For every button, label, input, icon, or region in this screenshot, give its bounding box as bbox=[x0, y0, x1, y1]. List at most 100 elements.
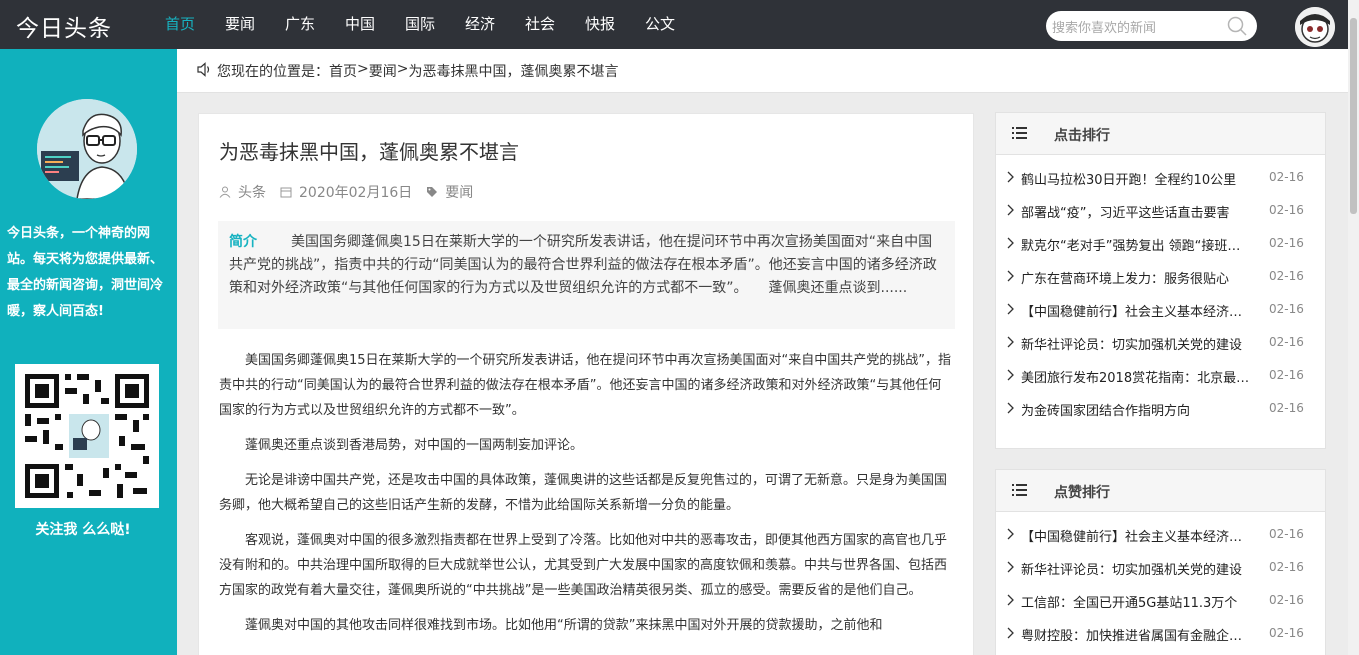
page-scrollbar[interactable] bbox=[1348, 0, 1359, 655]
rank-item-title[interactable]: 【中国稳健前行】社会主义基本经济制度 bbox=[1021, 526, 1253, 545]
article-category[interactable]: 要闻 bbox=[445, 182, 473, 202]
like-rank-header: 点赞排行 bbox=[996, 470, 1325, 512]
like-rank-title: 点赞排行 bbox=[1054, 485, 1110, 501]
qr-code bbox=[15, 364, 159, 508]
rank-item-date: 02-16 bbox=[1269, 401, 1304, 415]
chevron-right-icon bbox=[1007, 303, 1014, 315]
click-rank-header: 点击排行 bbox=[996, 113, 1325, 155]
rank-item-date: 02-16 bbox=[1269, 593, 1304, 607]
article-paragraph: 无论是诽谤中国共产党，还是攻击中国的具体政策，蓬佩奥讲的这些话都是反复兜售过的，… bbox=[219, 473, 948, 513]
nav-item-guangdong[interactable]: 广东 bbox=[270, 0, 330, 49]
breadcrumb-bar: 您现在的位置是： 首页 > 要闻 > 为恶毒抹黑中国，蓬佩奥累不堪言 bbox=[177, 49, 1348, 93]
rank-item-date: 02-16 bbox=[1269, 269, 1304, 283]
rank-item-title[interactable]: 广东在营商环境上发力：服务很贴心 bbox=[1021, 268, 1253, 287]
article-title: 为恶毒抹黑中国，蓬佩奥累不堪言 bbox=[219, 140, 519, 164]
nav-item-international[interactable]: 国际 bbox=[390, 0, 450, 49]
rank-item-date: 02-16 bbox=[1269, 368, 1304, 382]
rank-item[interactable]: 美团旅行发布2018赏花指南：北京最热门 02-16 bbox=[996, 361, 1325, 394]
rank-item[interactable]: 鹤山马拉松30日开跑！全程约10公里 02-16 bbox=[996, 163, 1325, 196]
article-paragraph: 蓬佩奥还重点谈到香港局势，对中国的一国两制妄加评论。 bbox=[245, 438, 584, 453]
breadcrumb-current[interactable]: 为恶毒抹黑中国，蓬佩奥累不堪言 bbox=[408, 61, 618, 81]
follow-text: 关注我 么么哒! bbox=[35, 522, 131, 538]
nav-item-express[interactable]: 快报 bbox=[570, 0, 630, 49]
rank-item[interactable]: 粤财控股：加快推进省属国有金融企业改革 02-16 bbox=[996, 619, 1325, 652]
rank-item-title[interactable]: 工信部：全国已开通5G基站11.3万个 bbox=[1021, 592, 1253, 611]
rank-item[interactable]: 默克尔“老对手”强势复出 领跑“接班人”竞争 02-16 bbox=[996, 229, 1325, 262]
rank-item-title[interactable]: 粤财控股：加快推进省属国有金融企业改革 bbox=[1021, 625, 1253, 644]
profile-avatar bbox=[37, 99, 137, 199]
breadcrumb-category[interactable]: 要闻 bbox=[369, 61, 397, 81]
like-rank-list: 【中国稳健前行】社会主义基本经济制度 02-16 新华社评论员：切实加强机关党的建… bbox=[996, 512, 1325, 652]
article-date: 2020年02月16日 bbox=[299, 185, 413, 201]
top-navbar: 今日头条 首页 要闻 广东 中国 国际 经济 社会 快报 公文 搜索你喜欢的新闻 bbox=[0, 0, 1359, 49]
tag-icon bbox=[427, 187, 438, 197]
nav-item-headlines[interactable]: 要闻 bbox=[210, 0, 270, 49]
nav-item-china[interactable]: 中国 bbox=[330, 0, 390, 49]
rank-item[interactable]: 部署战“疫”，习近平这些话直击要害 02-16 bbox=[996, 196, 1325, 229]
chevron-right-icon bbox=[1007, 594, 1014, 606]
avatar-image bbox=[1295, 7, 1335, 47]
rank-item-date: 02-16 bbox=[1269, 527, 1304, 541]
chevron-right-icon bbox=[1007, 171, 1014, 183]
rank-item-title[interactable]: 新华社评论员：切实加强机关党的建设 bbox=[1021, 334, 1253, 353]
article-paragraph: 美国国务卿蓬佩奥15日在莱斯大学的一个研究所发表讲话，他在提问环节中再次宣扬美国… bbox=[219, 353, 952, 418]
summary-text: 美国国务卿蓬佩奥15日在莱斯大学的一个研究所发表讲话，他在提问环节中再次宣扬美国… bbox=[229, 234, 937, 296]
rank-item-title[interactable]: 新华社评论员：切实加强机关党的建设 bbox=[1021, 559, 1253, 578]
rank-item-date: 02-16 bbox=[1269, 626, 1304, 640]
like-rank-panel: 点赞排行 【中国稳健前行】社会主义基本经济制度 02-16 新华社评论员：切实加强… bbox=[995, 469, 1326, 655]
site-slogan: 今日头条，一个神奇的网站。每天将为您提供最新、最全的新闻咨询，洞世间冷暖，察人间… bbox=[7, 226, 164, 319]
site-logo[interactable]: 今日头条 bbox=[16, 9, 112, 43]
search-input[interactable]: 搜索你喜欢的新闻 bbox=[1046, 11, 1257, 41]
search-icon[interactable] bbox=[1227, 16, 1247, 36]
nav-item-economy[interactable]: 经济 bbox=[450, 0, 510, 49]
rank-item-title[interactable]: 为金砖国家团结合作指明方向 bbox=[1021, 400, 1253, 419]
article-paragraph: 蓬佩奥对中国的其他攻击同样很难找到市场。比如他用“所谓的贷款”来抹黑中国对外开展… bbox=[245, 618, 883, 633]
article-summary: 简介 美国国务卿蓬佩奥15日在莱斯大学的一个研究所发表讲话，他在提问环节中再次宣扬… bbox=[218, 221, 955, 329]
click-rank-list: 鹤山马拉松30日开跑！全程约10公里 02-16 部署战“疫”，习近平这些话直击要… bbox=[996, 155, 1325, 427]
rank-item[interactable]: 广东在营商环境上发力：服务很贴心 02-16 bbox=[996, 262, 1325, 295]
rank-item-date: 02-16 bbox=[1269, 170, 1304, 184]
rank-item-title[interactable]: 鹤山马拉松30日开跑！全程约10公里 bbox=[1021, 169, 1253, 188]
chevron-right-icon bbox=[1007, 528, 1014, 540]
nav-item-documents[interactable]: 公文 bbox=[630, 0, 690, 49]
scrollbar-thumb[interactable] bbox=[1350, 18, 1357, 214]
qr-code-image bbox=[15, 364, 159, 508]
rank-item-title[interactable]: 美团旅行发布2018赏花指南：北京最热门 bbox=[1021, 367, 1253, 386]
click-rank-panel: 点击排行 鹤山马拉松30日开跑！全程约10公里 02-16 部署战“疫”，习近平这… bbox=[995, 112, 1326, 449]
rank-item[interactable]: 【中国稳健前行】社会主义基本经济制度 02-16 bbox=[996, 520, 1325, 553]
user-icon bbox=[219, 186, 231, 198]
speaker-icon bbox=[197, 62, 210, 77]
nav-item-society[interactable]: 社会 bbox=[510, 0, 570, 49]
rank-item[interactable]: 为金砖国家团结合作指明方向 02-16 bbox=[996, 394, 1325, 427]
rank-item-title[interactable]: 部署战“疫”，习近平这些话直击要害 bbox=[1021, 202, 1253, 221]
main-nav: 首页 要闻 广东 中国 国际 经济 社会 快报 公文 bbox=[150, 0, 690, 49]
user-avatar[interactable] bbox=[1295, 7, 1335, 47]
rank-item-date: 02-16 bbox=[1269, 560, 1304, 574]
calendar-icon bbox=[280, 187, 292, 198]
list-icon bbox=[1012, 127, 1027, 139]
nav-item-home[interactable]: 首页 bbox=[150, 0, 210, 49]
chevron-right-icon bbox=[1007, 336, 1014, 348]
chevron-right-icon bbox=[1007, 237, 1014, 249]
chevron-right-icon bbox=[1007, 402, 1014, 414]
rank-item-date: 02-16 bbox=[1269, 236, 1304, 250]
rank-item[interactable]: 新华社评论员：切实加强机关党的建设 02-16 bbox=[996, 328, 1325, 361]
list-icon bbox=[1012, 484, 1027, 496]
chevron-right-icon bbox=[1007, 627, 1014, 639]
article-paragraph: 客观说，蓬佩奥对中国的很多激烈指责都在世界上受到了冷落。比如他对中共的恶毒攻击，… bbox=[219, 533, 948, 598]
breadcrumb-separator: > bbox=[396, 61, 409, 77]
rank-item[interactable]: 新华社评论员：切实加强机关党的建设 02-16 bbox=[996, 553, 1325, 586]
chevron-right-icon bbox=[1007, 270, 1014, 282]
rank-item-title[interactable]: 默克尔“老对手”强势复出 领跑“接班人”竞争 bbox=[1021, 235, 1253, 254]
breadcrumb-prefix: 您现在的位置是： bbox=[217, 64, 329, 80]
summary-label: 简介 bbox=[229, 234, 257, 250]
article-meta: 头条 2020年02月16日 要闻 bbox=[219, 182, 473, 202]
rank-item-date: 02-16 bbox=[1269, 335, 1304, 349]
article-body: 美国国务卿蓬佩奥15日在莱斯大学的一个研究所发表讲话，他在提问环节中再次宣扬美国… bbox=[219, 348, 954, 648]
search-placeholder: 搜索你喜欢的新闻 bbox=[1052, 21, 1157, 36]
rank-item[interactable]: 【中国稳健前行】社会主义基本经济制度 02-16 bbox=[996, 295, 1325, 328]
breadcrumb-home[interactable]: 首页 bbox=[329, 61, 357, 81]
chevron-right-icon bbox=[1007, 204, 1014, 216]
rank-item-title[interactable]: 【中国稳健前行】社会主义基本经济制度 bbox=[1021, 301, 1253, 320]
rank-item[interactable]: 工信部：全国已开通5G基站11.3万个 02-16 bbox=[996, 586, 1325, 619]
